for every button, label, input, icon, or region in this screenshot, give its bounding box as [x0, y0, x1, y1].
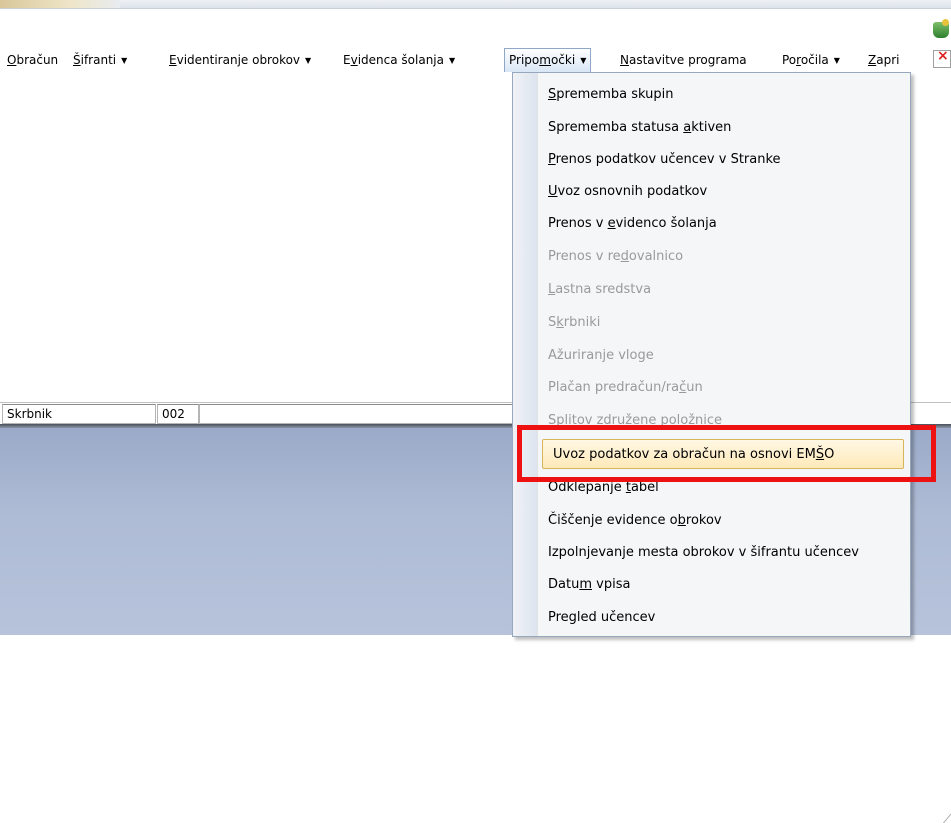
menu-item-prenos-redovalnica: Prenos v redovalnico [548, 249, 684, 264]
menu-item-skrbniki: Skrbniki [548, 315, 601, 330]
menu-item-sprememba-statusa[interactable]: Sprememba statusa aktiven [538, 113, 906, 143]
status-field [199, 404, 515, 424]
menu-item-prenos-evidenca[interactable]: Prenos v evidenco šolanja [538, 209, 906, 239]
menu-item-prenos-stranke[interactable]: Prenos podatkov učencev v Stranke [538, 145, 906, 175]
menu-item-pregled-ucencev[interactable]: Pregled učencev [538, 603, 906, 633]
menu-item-datum-vpisa[interactable]: Datum vpisa [538, 570, 906, 600]
resize-grip-icon[interactable] [930, 811, 951, 823]
pripomocki-dropdown: Sprememba skupin Sprememba statusa aktiv… [512, 72, 911, 637]
chevron-down-icon: ▼ [580, 56, 587, 65]
menu-nastavitve-programa[interactable]: Nastavitve programa [616, 48, 751, 72]
close-document-icon[interactable] [933, 48, 951, 68]
database-icon[interactable] [933, 19, 949, 38]
status-user-label: Skrbnik [2, 404, 156, 424]
menu-item-placan-predracun: Plačan predračun/račun [548, 380, 703, 395]
menu-sifranti[interactable]: Šifranti ▼ [69, 48, 131, 72]
menu-pripomocki[interactable]: Pripomočki ▼ [504, 48, 592, 72]
menu-item-sprememba-skupin[interactable]: Sprememba skupin [538, 80, 906, 110]
window-top-strip [0, 0, 951, 9]
chevron-down-icon: ▼ [448, 56, 456, 65]
menu-item-izpolnjevanje-mesta[interactable]: Izpolnjevanje mesta obrokov v šifrantu u… [538, 538, 906, 568]
top-scroll-thumb[interactable] [0, 0, 120, 8]
menu-item-azuriranje-vloge: Ažuriranje vloge [548, 348, 654, 363]
status-code: 002 [157, 404, 199, 424]
menu-obracun[interactable]: Obračun [3, 48, 62, 72]
menu-item-ciscenje-evidence[interactable]: Čiščenje evidence obrokov [538, 506, 906, 536]
highlight-annotation-box [517, 425, 936, 482]
menu-zapri[interactable]: Zapri [864, 48, 903, 72]
menu-porocila[interactable]: Poročila ▼ [778, 48, 844, 72]
menu-icon-gutter [513, 73, 538, 636]
chevron-down-icon: ▼ [121, 56, 128, 65]
menu-item-uvoz-osnovnih[interactable]: Uvoz osnovnih podatkov [538, 177, 906, 207]
chevron-down-icon: ▼ [833, 56, 840, 65]
menubar: Obračun Šifranti ▼ Evidentiranje obrokov ▼… [0, 48, 928, 72]
toolbar-icons [931, 19, 951, 80]
menu-evidenca-solanja[interactable]: Evidenca šolanja ▼ [339, 48, 459, 72]
menu-item-lastna-sredstva: Lastna sredstva [548, 282, 652, 297]
menu-evidentiranje-obrokov[interactable]: Evidentiranje obrokov ▼ [165, 48, 315, 72]
chevron-down-icon: ▼ [305, 56, 312, 65]
